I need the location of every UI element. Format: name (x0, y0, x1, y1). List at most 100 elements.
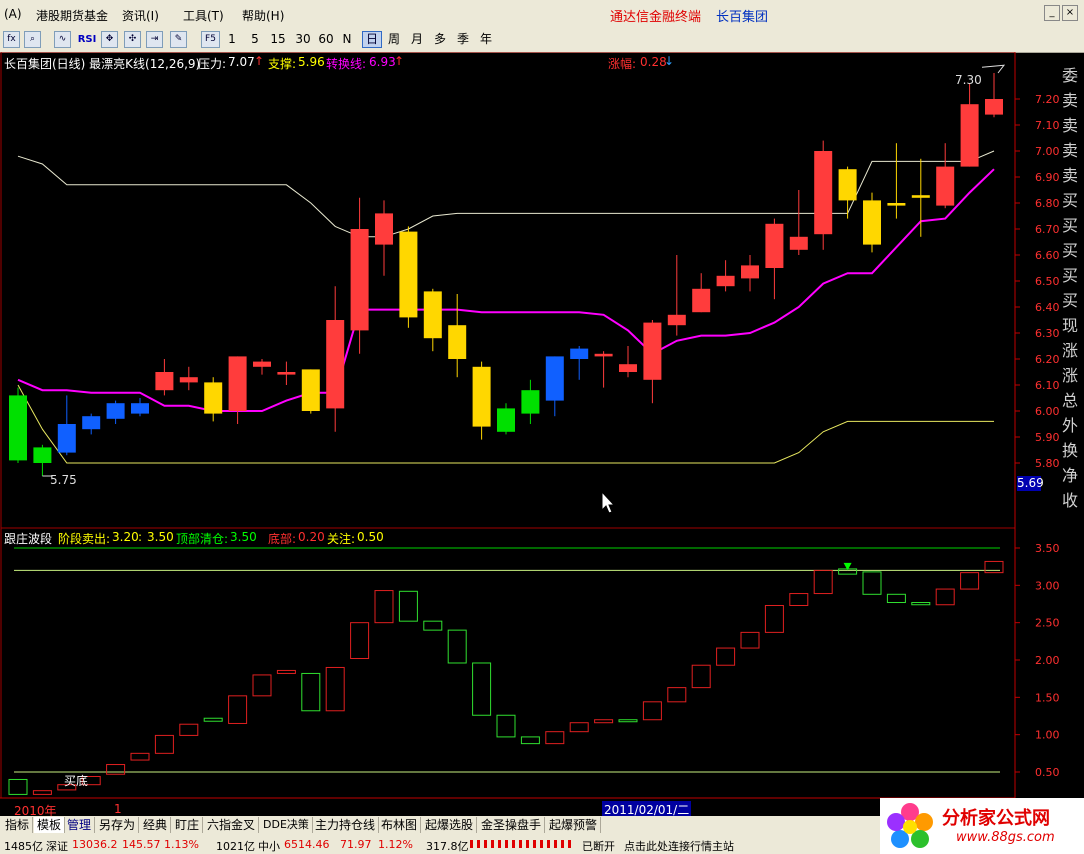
ad-stock-name[interactable]: 长百集团 (716, 6, 768, 25)
period-quarter[interactable]: 季 (455, 31, 471, 48)
chart-icon[interactable]: ∿ (54, 31, 71, 48)
pencil-icon[interactable]: ✎ (170, 31, 187, 48)
period-multi[interactable]: 多 (432, 31, 448, 48)
wave-bar (642, 701, 662, 721)
bottom-value: 0.20 (298, 530, 325, 544)
quote-label: 现 (1062, 316, 1079, 335)
buy-bottom-annotation: 买底 (64, 774, 89, 788)
candle-body (448, 325, 467, 359)
menu-item-help[interactable]: 帮助(H) (242, 7, 284, 24)
period-15min[interactable]: 15 (268, 31, 288, 48)
tab-save-as[interactable]: 另存为 (96, 817, 140, 833)
market-tick-bar (470, 840, 574, 848)
tab-trader[interactable]: 金圣操盘手 (478, 817, 546, 833)
wave-bar (130, 752, 150, 761)
candle-body (204, 382, 223, 414)
period-week[interactable]: 周 (386, 31, 402, 48)
wave-bar (813, 569, 833, 595)
zoom-icon[interactable]: ⌕ (24, 31, 41, 48)
down-arrow-icon: ↓ (664, 54, 675, 68)
tab-bollinger[interactable]: 布林图 (378, 817, 422, 833)
crosshair-icon[interactable]: ✥ (101, 31, 118, 48)
tab-six-cross[interactable]: 六指金叉 (204, 817, 260, 833)
candlestick-chart[interactable]: 7.20 7.10 7.00 6.90 6.80 6.70 6.60 6.50 6.40 6.30… (0, 52, 1084, 816)
index-1-name[interactable]: 深证 (46, 838, 68, 854)
tab-classic[interactable]: 经典 (140, 817, 172, 833)
export-icon[interactable]: ⇥ (146, 31, 163, 48)
wave-bar (594, 719, 614, 724)
toolbar: fx ⌕ ∿ RSI ✥ ✣ ⇥ ✎ F5 1 5 15 30 60 N 日 周… (0, 28, 1084, 53)
quote-label: 总 (1062, 391, 1079, 410)
main-axis-tick-label: 6.80 (1035, 197, 1060, 210)
connect-hint[interactable]: 点击此处连接行情主站 (624, 838, 734, 854)
menu-item-info[interactable]: 资讯(I) (122, 7, 159, 24)
period-day[interactable]: 日 (362, 31, 382, 48)
menu-item-futures[interactable]: 港股期货基金 (36, 7, 108, 24)
candle-body (155, 372, 174, 391)
rsi-button[interactable]: RSI (76, 31, 98, 48)
candle-body (106, 403, 125, 419)
main-axis-tick-label: 6.40 (1035, 301, 1060, 314)
move-icon[interactable]: ✣ (124, 31, 141, 48)
system-menu-button[interactable]: (A) (4, 7, 22, 21)
wave-bar (179, 723, 199, 736)
tab-watch-dealer[interactable]: 盯庄 (172, 817, 204, 833)
ad-terminal-name[interactable]: 通达信金融终端 (610, 6, 701, 25)
tab-template[interactable]: 模板 (34, 817, 66, 833)
candle-body (228, 356, 247, 411)
main-axis-tick-label: 6.00 (1035, 405, 1060, 418)
switch-line-label: 转换线: (326, 57, 367, 71)
quote-label: 买 (1062, 216, 1079, 235)
quote-label: 外 (1062, 416, 1079, 435)
period-year[interactable]: 年 (478, 31, 494, 48)
menu-item-tools[interactable]: 工具(T) (183, 7, 224, 24)
index-2-value: 6514.46 (284, 838, 330, 851)
index-2-name[interactable]: 中小 (258, 838, 280, 854)
quote-label: 买 (1062, 191, 1079, 210)
sub-chart-title: 跟庄波段 (4, 532, 53, 546)
period-30min[interactable]: 30 (293, 31, 313, 48)
sub-axis-tick-label: 3.50 (1035, 542, 1060, 555)
close-icon[interactable]: × (1062, 5, 1078, 21)
stage-sell-value-2: 3.50 (147, 530, 174, 544)
logo-text: 分析家公式网 (942, 808, 1050, 829)
tab-main-position[interactable]: 主力持仓线 (312, 817, 380, 833)
period-month[interactable]: 月 (409, 31, 425, 48)
period-n[interactable]: N (340, 31, 354, 48)
volume-1: 1485亿 (4, 840, 43, 853)
main-axis-tick-label: 6.50 (1035, 275, 1060, 288)
main-axis-tick-label: 6.70 (1035, 223, 1060, 236)
tab-dde[interactable]: DDE决策 (260, 817, 313, 833)
minimize-icon[interactable]: _ (1044, 5, 1060, 21)
pressure-value: 7.07 (228, 55, 255, 69)
support-value: 5.96 (298, 55, 325, 69)
up-arrow-icon: ↑ (394, 54, 405, 68)
candle-body (423, 291, 442, 339)
fx-icon[interactable]: fx (3, 31, 20, 48)
volume-2: 1021亿 (216, 840, 255, 853)
tab-breakout-pick[interactable]: 起爆选股 (422, 817, 478, 833)
quote-label: 买 (1062, 291, 1079, 310)
tab-indicator[interactable]: 指标 (2, 817, 34, 833)
f5-button[interactable]: F5 (201, 31, 220, 48)
sub-axis-tick-label: 2.00 (1035, 654, 1060, 667)
tab-manage[interactable]: 管理 (64, 817, 96, 833)
candle-body (497, 408, 515, 432)
tab-breakout-alert[interactable]: 起爆预警 (546, 817, 602, 833)
wave-bar (691, 664, 711, 689)
switch-line-value: 6.93 (369, 55, 396, 69)
main-axis-tick-label: 6.20 (1035, 353, 1060, 366)
candle-body (887, 203, 906, 206)
candle-body (863, 200, 881, 245)
quote-label: 买 (1062, 266, 1079, 285)
period-1min[interactable]: 1 (225, 31, 239, 48)
main-axis-tick-label: 6.60 (1035, 249, 1060, 262)
period-5min[interactable]: 5 (248, 31, 262, 48)
bottom-label: 底部: (268, 532, 297, 546)
period-60min[interactable]: 60 (316, 31, 336, 48)
index-1-value: 13036.2 (72, 838, 118, 851)
wave-bar (8, 778, 28, 795)
high-pointer (981, 64, 1006, 74)
candle-body (82, 416, 101, 430)
wave-bar (276, 669, 296, 674)
